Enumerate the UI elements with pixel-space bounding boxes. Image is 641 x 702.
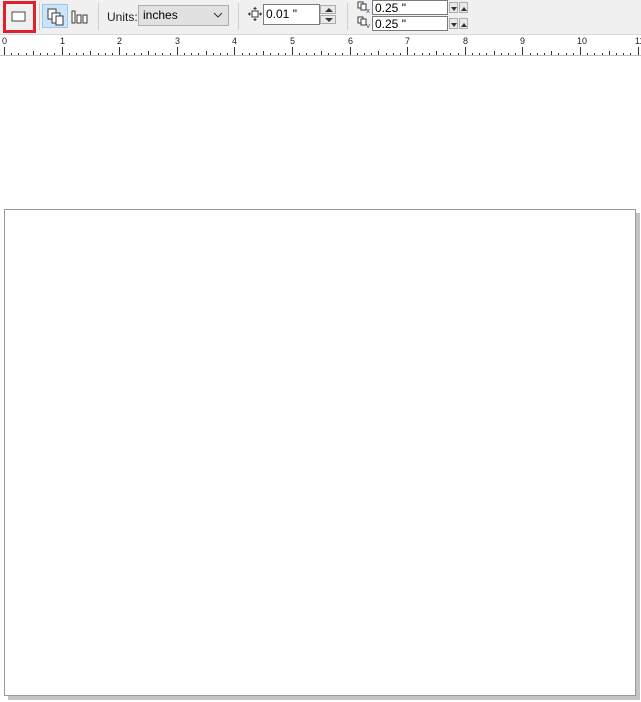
duplicate-x-down-button[interactable] (449, 2, 458, 13)
ruler-label: 5 (290, 36, 296, 46)
duplicate-x-field[interactable]: 0.25 " (372, 0, 448, 15)
duplicate-x-icon: x (357, 1, 370, 13)
svg-text:y: y (366, 22, 370, 28)
nudge-up-button[interactable] (320, 5, 336, 14)
duplicate-y-down-button[interactable] (449, 18, 458, 29)
ruler-label: 6 (348, 36, 354, 46)
nudge-distance-field[interactable]: 0.01 " (263, 4, 320, 25)
duplicate-y-field[interactable]: 0.25 " (372, 16, 448, 31)
selection-highlight (3, 1, 36, 33)
ruler-label: 3 (175, 36, 181, 46)
arrow-up-icon (461, 23, 467, 27)
arrow-down-icon (451, 23, 457, 27)
duplicate-x-up-button[interactable] (459, 2, 468, 13)
units-label: Units: (107, 10, 138, 24)
duplicate-y-icon: y (357, 16, 370, 28)
ruler-label: 8 (463, 36, 469, 46)
arrow-up-icon (325, 8, 333, 12)
separator (238, 3, 239, 30)
chevron-down-icon (213, 12, 223, 18)
ruler-label: 10 (577, 36, 588, 46)
ruler-ticks (4, 47, 639, 55)
all-pages-button[interactable] (42, 4, 68, 28)
arrow-down-icon (451, 7, 457, 11)
horizontal-ruler[interactable]: 0 1 2 3 4 5 6 7 8 9 10 11 (0, 35, 641, 56)
ruler-label: 2 (117, 36, 123, 46)
nudge-distance-icon (248, 7, 262, 21)
ruler-label: 1 (60, 36, 66, 46)
duplicate-y-value: 0.25 " (375, 17, 406, 31)
property-bar: Units: inches 0.01 " x 0.25 " y 0.25 " (0, 0, 641, 35)
separator (347, 3, 348, 30)
nudge-down-button[interactable] (320, 15, 336, 24)
svg-text:x: x (366, 7, 370, 13)
separator (39, 3, 40, 30)
arrow-up-icon (461, 7, 467, 11)
ruler-label: 9 (520, 36, 526, 46)
units-select[interactable]: inches (138, 5, 229, 26)
separator (98, 3, 99, 30)
current-page-button[interactable] (68, 4, 94, 28)
drawing-page[interactable] (4, 209, 636, 696)
arrow-down-icon (325, 18, 333, 22)
all-pages-icon (47, 8, 64, 26)
duplicate-y-up-button[interactable] (459, 18, 468, 29)
current-page-icon (71, 10, 88, 24)
ruler-label: 11 (635, 36, 641, 46)
nudge-distance-value: 0.01 " (266, 7, 297, 21)
duplicate-x-value: 0.25 " (375, 1, 406, 15)
ruler-label: 7 (405, 36, 411, 46)
ruler-label: 0 (2, 36, 8, 46)
units-value: inches (143, 8, 178, 22)
ruler-label: 4 (232, 36, 238, 46)
